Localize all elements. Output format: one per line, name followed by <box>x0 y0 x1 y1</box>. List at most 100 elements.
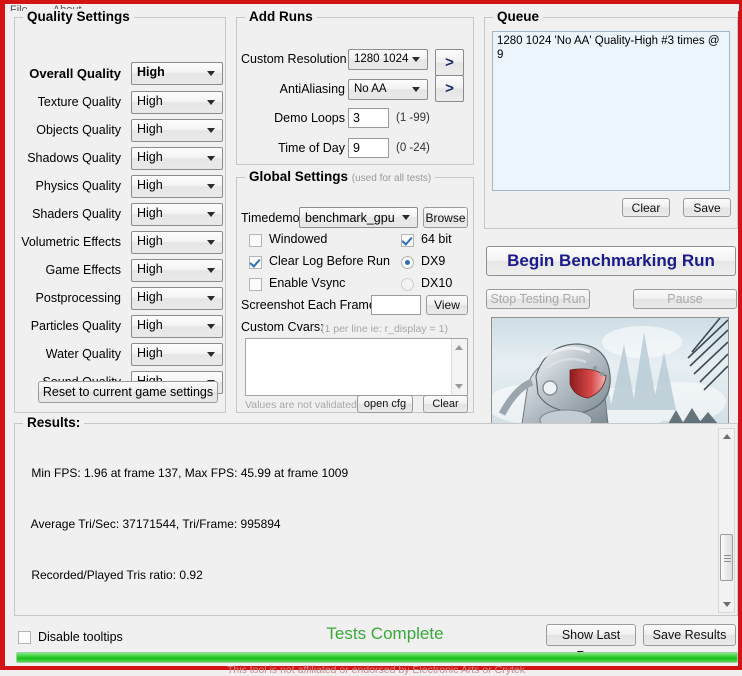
quality-value-shadows: High <box>137 150 163 164</box>
results-title: Results: <box>23 415 85 430</box>
results-scrollbar[interactable] <box>718 428 735 613</box>
enable-vsync-checkbox[interactable] <box>249 278 262 291</box>
quality-select-particles[interactable]: High <box>131 315 223 338</box>
results-scrollbar-thumb[interactable] <box>720 534 733 581</box>
application-window: File About Quality Settings Overall Qual… <box>0 0 742 676</box>
quality-select-overall[interactable]: High <box>131 62 223 85</box>
open-cfg-button[interactable]: open cfg <box>357 395 413 413</box>
clear-log-checkbox[interactable] <box>249 256 262 269</box>
dx10-radio[interactable] <box>401 278 414 291</box>
chevron-down-icon <box>207 184 215 189</box>
screenshot-each-frame-input[interactable] <box>371 295 421 315</box>
quality-select-shaders[interactable]: High <box>131 203 223 226</box>
time-of-day-label: Time of Day <box>278 141 345 155</box>
quality-value-texture: High <box>137 94 163 108</box>
chevron-down-icon <box>207 71 215 76</box>
chevron-down-icon <box>207 100 215 105</box>
quality-select-shadows[interactable]: High <box>131 147 223 170</box>
cvars-clear-button[interactable]: Clear <box>423 395 468 413</box>
global-settings-title-sub: (used for all tests) <box>351 173 432 184</box>
queue-list-item[interactable]: 1280 1024 'No AA' Quality-High #3 times … <box>497 34 725 62</box>
quality-row-texture: Texture Quality High <box>15 91 227 119</box>
quality-select-texture[interactable]: High <box>131 91 223 114</box>
chevron-down-icon <box>207 128 215 133</box>
quality-value-overall: High <box>137 65 165 79</box>
progress-bar <box>16 652 738 663</box>
quality-row-water: Water Quality High <box>15 343 227 371</box>
antialiasing-select[interactable]: No AA <box>348 79 428 100</box>
chevron-down-icon <box>207 352 215 357</box>
dx10-label: DX10 <box>421 276 453 290</box>
browse-button[interactable]: Browse <box>423 207 468 228</box>
quality-value-objects: High <box>137 122 163 136</box>
dx9-radio[interactable] <box>401 256 414 269</box>
windowed-checkbox[interactable] <box>249 234 262 247</box>
custom-cvars-textarea[interactable] <box>245 338 468 396</box>
scroll-up-icon[interactable] <box>455 345 463 350</box>
quality-select-game-effects[interactable]: High <box>131 259 223 282</box>
64bit-checkbox[interactable] <box>401 234 414 247</box>
begin-benchmarking-run-button[interactable]: Begin Benchmarking Run <box>486 246 736 276</box>
scroll-up-icon[interactable] <box>723 434 731 439</box>
results-log[interactable]: Min FPS: 1.96 at frame 137, Max FPS: 45.… <box>18 431 718 613</box>
time-of-day-input[interactable]: 9 <box>348 138 389 158</box>
add-run-button-top[interactable]: > <box>435 49 464 76</box>
custom-resolution-select[interactable]: 1280 1024 <box>348 49 428 70</box>
queue-title: Queue <box>493 9 544 24</box>
quality-value-particles: High <box>137 318 163 332</box>
timedemo-label: Timedemo <box>241 211 300 225</box>
disable-tooltips-checkbox[interactable] <box>18 631 31 644</box>
quality-label-shaders: Shaders Quality <box>32 207 121 221</box>
add-run-button-bottom[interactable]: > <box>435 75 464 102</box>
screenshot-each-frame-label: Screenshot Each Frame <box>241 298 376 312</box>
quality-value-volumetric: High <box>137 234 163 248</box>
timedemo-value: benchmark_gpu <box>305 211 395 225</box>
results-line: Min FPS: 1.96 at frame 137, Max FPS: 45.… <box>18 466 349 480</box>
quality-select-volumetric[interactable]: High <box>131 231 223 254</box>
custom-cvars-hint: (1 per line ie: r_display = 1) <box>321 323 448 335</box>
view-button[interactable]: View <box>426 295 468 315</box>
quality-row-particles: Particles Quality High <box>15 315 227 343</box>
scroll-down-icon[interactable] <box>455 384 463 389</box>
results-group: Results: Min FPS: 1.96 at frame 137, Max… <box>14 415 738 616</box>
quality-select-postprocessing[interactable]: High <box>131 287 223 310</box>
quality-label-water: Water Quality <box>45 347 121 361</box>
chevron-down-icon <box>207 268 215 273</box>
quality-label-texture: Texture Quality <box>37 95 121 109</box>
quality-label-postprocessing: Postprocessing <box>35 291 121 305</box>
queue-save-button[interactable]: Save <box>683 198 731 217</box>
quality-row-game-effects: Game Effects High <box>15 259 227 287</box>
timedemo-select[interactable]: benchmark_gpu <box>299 207 418 228</box>
quality-value-water: High <box>137 346 163 360</box>
queue-group: Queue 1280 1024 'No AA' Quality-High #3 … <box>484 9 738 229</box>
chevron-down-icon <box>207 212 215 217</box>
disable-tooltips-label: Disable tooltips <box>38 630 123 644</box>
quality-label-shadows: Shadows Quality <box>27 151 121 165</box>
time-of-day-hint: (0 -24) <box>396 142 430 154</box>
quality-select-water[interactable]: High <box>131 343 223 366</box>
stop-testing-run-button[interactable]: Stop Testing Run <box>486 289 590 309</box>
custom-resolution-value: 1280 1024 <box>354 53 409 65</box>
quality-select-physics[interactable]: High <box>131 175 223 198</box>
reset-to-game-settings-button[interactable]: Reset to current game settings <box>38 381 218 403</box>
add-runs-group: Add Runs Custom Resolution 1280 1024 Ant… <box>236 9 474 165</box>
game-artwork-image <box>491 317 729 425</box>
quality-row-shaders: Shaders Quality High <box>15 203 227 231</box>
quality-select-objects[interactable]: High <box>131 119 223 142</box>
save-results-button[interactable]: Save Results <box>643 624 736 646</box>
quality-value-shaders: High <box>137 206 163 220</box>
queue-list[interactable]: 1280 1024 'No AA' Quality-High #3 times … <box>492 31 730 191</box>
show-last-runs-button[interactable]: Show Last Runs <box>546 624 636 663</box>
scroll-down-icon[interactable] <box>723 602 731 607</box>
custom-cvars-scrollbar[interactable] <box>451 339 467 395</box>
queue-clear-button[interactable]: Clear <box>622 198 670 217</box>
quality-settings-group: Quality Settings Overall Quality High Te… <box>14 9 227 413</box>
quality-label-volumetric: Volumetric Effects <box>21 235 121 249</box>
chevron-down-icon <box>207 240 215 245</box>
quality-label-game-effects: Game Effects <box>45 263 122 277</box>
demo-loops-input[interactable]: 3 <box>348 108 389 128</box>
pause-button[interactable]: Pause <box>633 289 737 309</box>
quality-label-objects: Objects Quality <box>36 123 121 137</box>
quality-label-particles: Particles Quality <box>30 319 121 333</box>
quality-value-postprocessing: High <box>137 290 163 304</box>
